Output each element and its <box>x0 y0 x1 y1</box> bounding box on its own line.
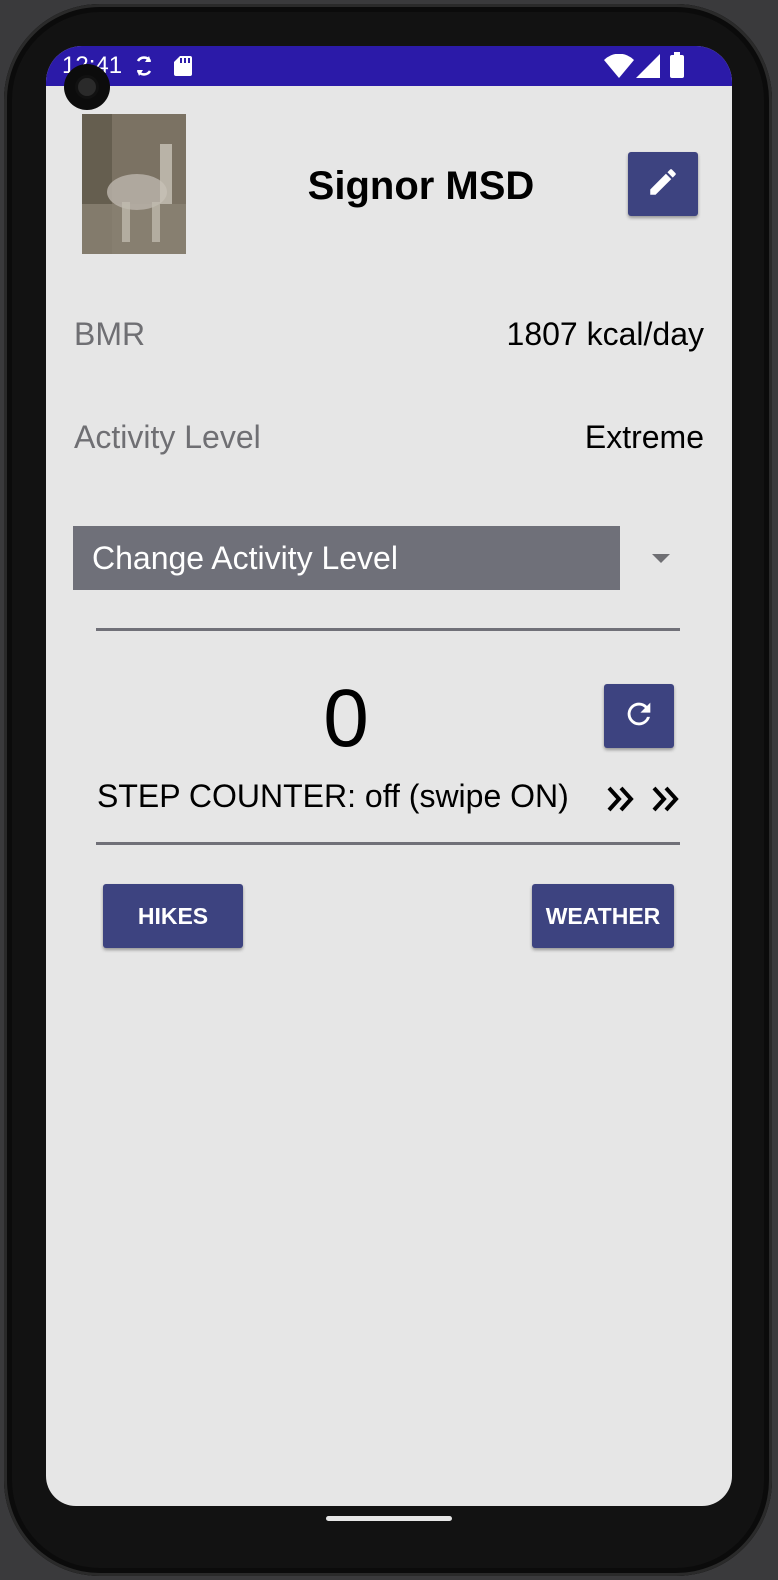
home-indicator[interactable] <box>326 1516 452 1521</box>
step-count: 0 <box>323 673 369 764</box>
wifi-icon <box>604 53 634 83</box>
step-counter-status: STEP COUNTER: off (swipe ON) <box>97 778 569 814</box>
phone-frame: 12:41 <box>4 4 772 1576</box>
sync-icon <box>134 55 154 82</box>
front-camera <box>64 64 110 110</box>
bmr-value: 1807 kcal/day <box>506 316 704 352</box>
activity-level-select[interactable]: Change Activity Level <box>73 526 620 590</box>
pencil-icon <box>646 165 680 204</box>
divider-bottom <box>96 842 680 845</box>
hikes-button[interactable]: HIKES <box>103 884 243 948</box>
app-screen: 12:41 <box>46 46 732 1506</box>
divider-top <box>96 628 680 631</box>
avatar <box>82 114 186 254</box>
sd-card-icon <box>174 55 192 82</box>
activity-level-value: Extreme <box>584 419 704 455</box>
profile-name: Signor MSD <box>307 164 535 208</box>
bmr-label: BMR <box>74 316 146 352</box>
battery-icon <box>670 52 684 83</box>
status-bar: 12:41 <box>46 46 732 86</box>
refresh-icon <box>622 697 656 736</box>
dropdown-arrow-icon[interactable] <box>652 554 670 563</box>
reset-steps-button[interactable] <box>604 684 674 748</box>
weather-button[interactable]: WEATHER <box>532 884 674 948</box>
edit-profile-button[interactable] <box>628 152 698 216</box>
signal-icon <box>636 54 660 83</box>
activity-level-label: Activity Level <box>74 419 261 455</box>
double-chevron-right-icon[interactable] <box>606 784 686 819</box>
